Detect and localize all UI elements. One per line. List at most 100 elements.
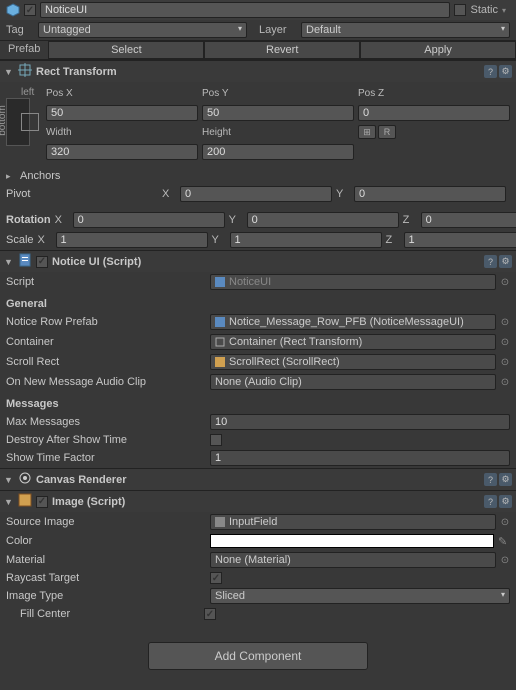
pivot-y-input[interactable]	[354, 186, 506, 202]
layer-dropdown[interactable]: Default	[301, 22, 510, 38]
component-title: Notice UI (Script)	[52, 256, 480, 268]
fill-center-label: Fill Center	[20, 608, 200, 620]
height-input[interactable]	[202, 144, 354, 160]
static-checkbox[interactable]	[454, 4, 466, 16]
pivot-label: Pivot	[6, 188, 158, 200]
rect-transform-icon	[18, 63, 32, 80]
material-field[interactable]: None (Material)	[210, 552, 496, 568]
posz-label: Pos Z	[358, 86, 510, 101]
color-field[interactable]	[210, 534, 494, 548]
posy-label: Pos Y	[202, 86, 354, 101]
gear-icon[interactable]: ⚙	[499, 473, 512, 486]
prefab-select-button[interactable]: Select	[48, 41, 204, 59]
show-time-input[interactable]	[210, 450, 510, 466]
audio-clip-field[interactable]: None (Audio Clip)	[210, 374, 496, 390]
tag-dropdown[interactable]: Untagged	[38, 22, 247, 38]
gear-icon[interactable]: ⚙	[499, 255, 512, 268]
canvas-renderer-icon	[18, 471, 32, 488]
posy-input[interactable]	[202, 105, 354, 121]
general-heading: General	[0, 292, 516, 312]
posx-label: Pos X	[46, 86, 198, 101]
foldout-icon[interactable]: ▼	[4, 497, 14, 507]
width-label: Width	[46, 125, 198, 140]
object-picker-icon[interactable]: ⊙	[500, 337, 510, 348]
object-picker-icon[interactable]: ⊙	[500, 357, 510, 368]
script-label: Script	[6, 276, 206, 288]
row-prefab-label: Notice Row Prefab	[6, 316, 206, 328]
rotation-z-input[interactable]	[421, 212, 516, 228]
show-time-label: Show Time Factor	[6, 452, 206, 464]
object-picker-icon[interactable]: ⊙	[500, 517, 510, 528]
eyedropper-icon[interactable]: ✎	[498, 535, 510, 548]
layer-label: Layer	[259, 24, 297, 36]
width-input[interactable]	[46, 144, 198, 160]
foldout-icon[interactable]: ▼	[4, 475, 14, 485]
rotation-label: Rotation	[6, 214, 51, 226]
raycast-target-checkbox[interactable]	[210, 572, 222, 584]
object-picker-icon[interactable]: ⊙	[500, 555, 510, 566]
component-title: Image (Script)	[52, 496, 480, 508]
destroy-after-label: Destroy After Show Time	[6, 434, 206, 446]
gameobject-icon	[6, 3, 20, 17]
static-label: Static	[470, 4, 498, 16]
max-messages-label: Max Messages	[6, 416, 206, 428]
pivot-x-input[interactable]	[180, 186, 332, 202]
object-picker-icon[interactable]: ⊙	[500, 317, 510, 328]
help-icon[interactable]: ?	[484, 495, 497, 508]
scroll-rect-label: Scroll Rect	[6, 356, 206, 368]
prefab-apply-button[interactable]: Apply	[360, 41, 516, 59]
script-icon	[18, 253, 32, 270]
anchor-preset-button[interactable]: left bottom	[6, 98, 30, 146]
component-title: Rect Transform	[36, 66, 480, 78]
raycast-target-label: Raycast Target	[6, 572, 206, 584]
messages-heading: Messages	[0, 392, 516, 412]
scroll-rect-field[interactable]: ScrollRect (ScrollRect)	[210, 354, 496, 370]
image-type-label: Image Type	[6, 590, 206, 602]
rotation-x-input[interactable]	[73, 212, 225, 228]
help-icon[interactable]: ?	[484, 255, 497, 268]
component-enabled-checkbox[interactable]	[36, 496, 48, 508]
help-icon[interactable]: ?	[484, 473, 497, 486]
blueprint-mode-button[interactable]: ⊞	[358, 125, 376, 139]
max-messages-input[interactable]	[210, 414, 510, 430]
height-label: Height	[202, 125, 354, 140]
component-enabled-checkbox[interactable]	[36, 256, 48, 268]
color-label: Color	[6, 535, 206, 547]
scale-label: Scale	[6, 234, 34, 246]
script-field: NoticeUI	[210, 274, 496, 290]
audio-clip-label: On New Message Audio Clip	[6, 376, 206, 388]
source-image-field[interactable]: InputField	[210, 514, 496, 530]
scale-z-input[interactable]	[404, 232, 516, 248]
object-picker-icon[interactable]: ⊙	[500, 277, 510, 288]
scale-y-input[interactable]	[230, 232, 382, 248]
rotation-y-input[interactable]	[247, 212, 399, 228]
container-label: Container	[6, 336, 206, 348]
source-image-label: Source Image	[6, 516, 206, 528]
static-dropdown-icon[interactable]: ▾	[502, 6, 510, 15]
posx-input[interactable]	[46, 105, 198, 121]
gameobject-name-input[interactable]	[40, 2, 450, 18]
active-checkbox[interactable]	[24, 4, 36, 16]
image-icon	[18, 493, 32, 510]
help-icon[interactable]: ?	[484, 65, 497, 78]
gear-icon[interactable]: ⚙	[499, 495, 512, 508]
tag-label: Tag	[6, 24, 34, 36]
anchors-label: Anchors	[20, 170, 60, 182]
foldout-icon[interactable]: ▼	[4, 257, 14, 267]
raw-edit-button[interactable]: R	[378, 125, 396, 139]
object-picker-icon[interactable]: ⊙	[500, 377, 510, 388]
row-prefab-field[interactable]: Notice_Message_Row_PFB (NoticeMessageUI)	[210, 314, 496, 330]
fill-center-checkbox[interactable]	[204, 608, 216, 620]
component-title: Canvas Renderer	[36, 474, 480, 486]
destroy-after-checkbox[interactable]	[210, 434, 222, 446]
container-field[interactable]: Container (Rect Transform)	[210, 334, 496, 350]
anchors-foldout-icon[interactable]: ▸	[6, 171, 16, 182]
add-component-button[interactable]: Add Component	[148, 642, 368, 670]
image-type-dropdown[interactable]: Sliced	[210, 588, 510, 604]
posz-input[interactable]	[358, 105, 510, 121]
gear-icon[interactable]: ⚙	[499, 65, 512, 78]
scale-x-input[interactable]	[56, 232, 208, 248]
foldout-icon[interactable]: ▼	[4, 67, 14, 77]
material-label: Material	[6, 554, 206, 566]
prefab-revert-button[interactable]: Revert	[204, 41, 360, 59]
